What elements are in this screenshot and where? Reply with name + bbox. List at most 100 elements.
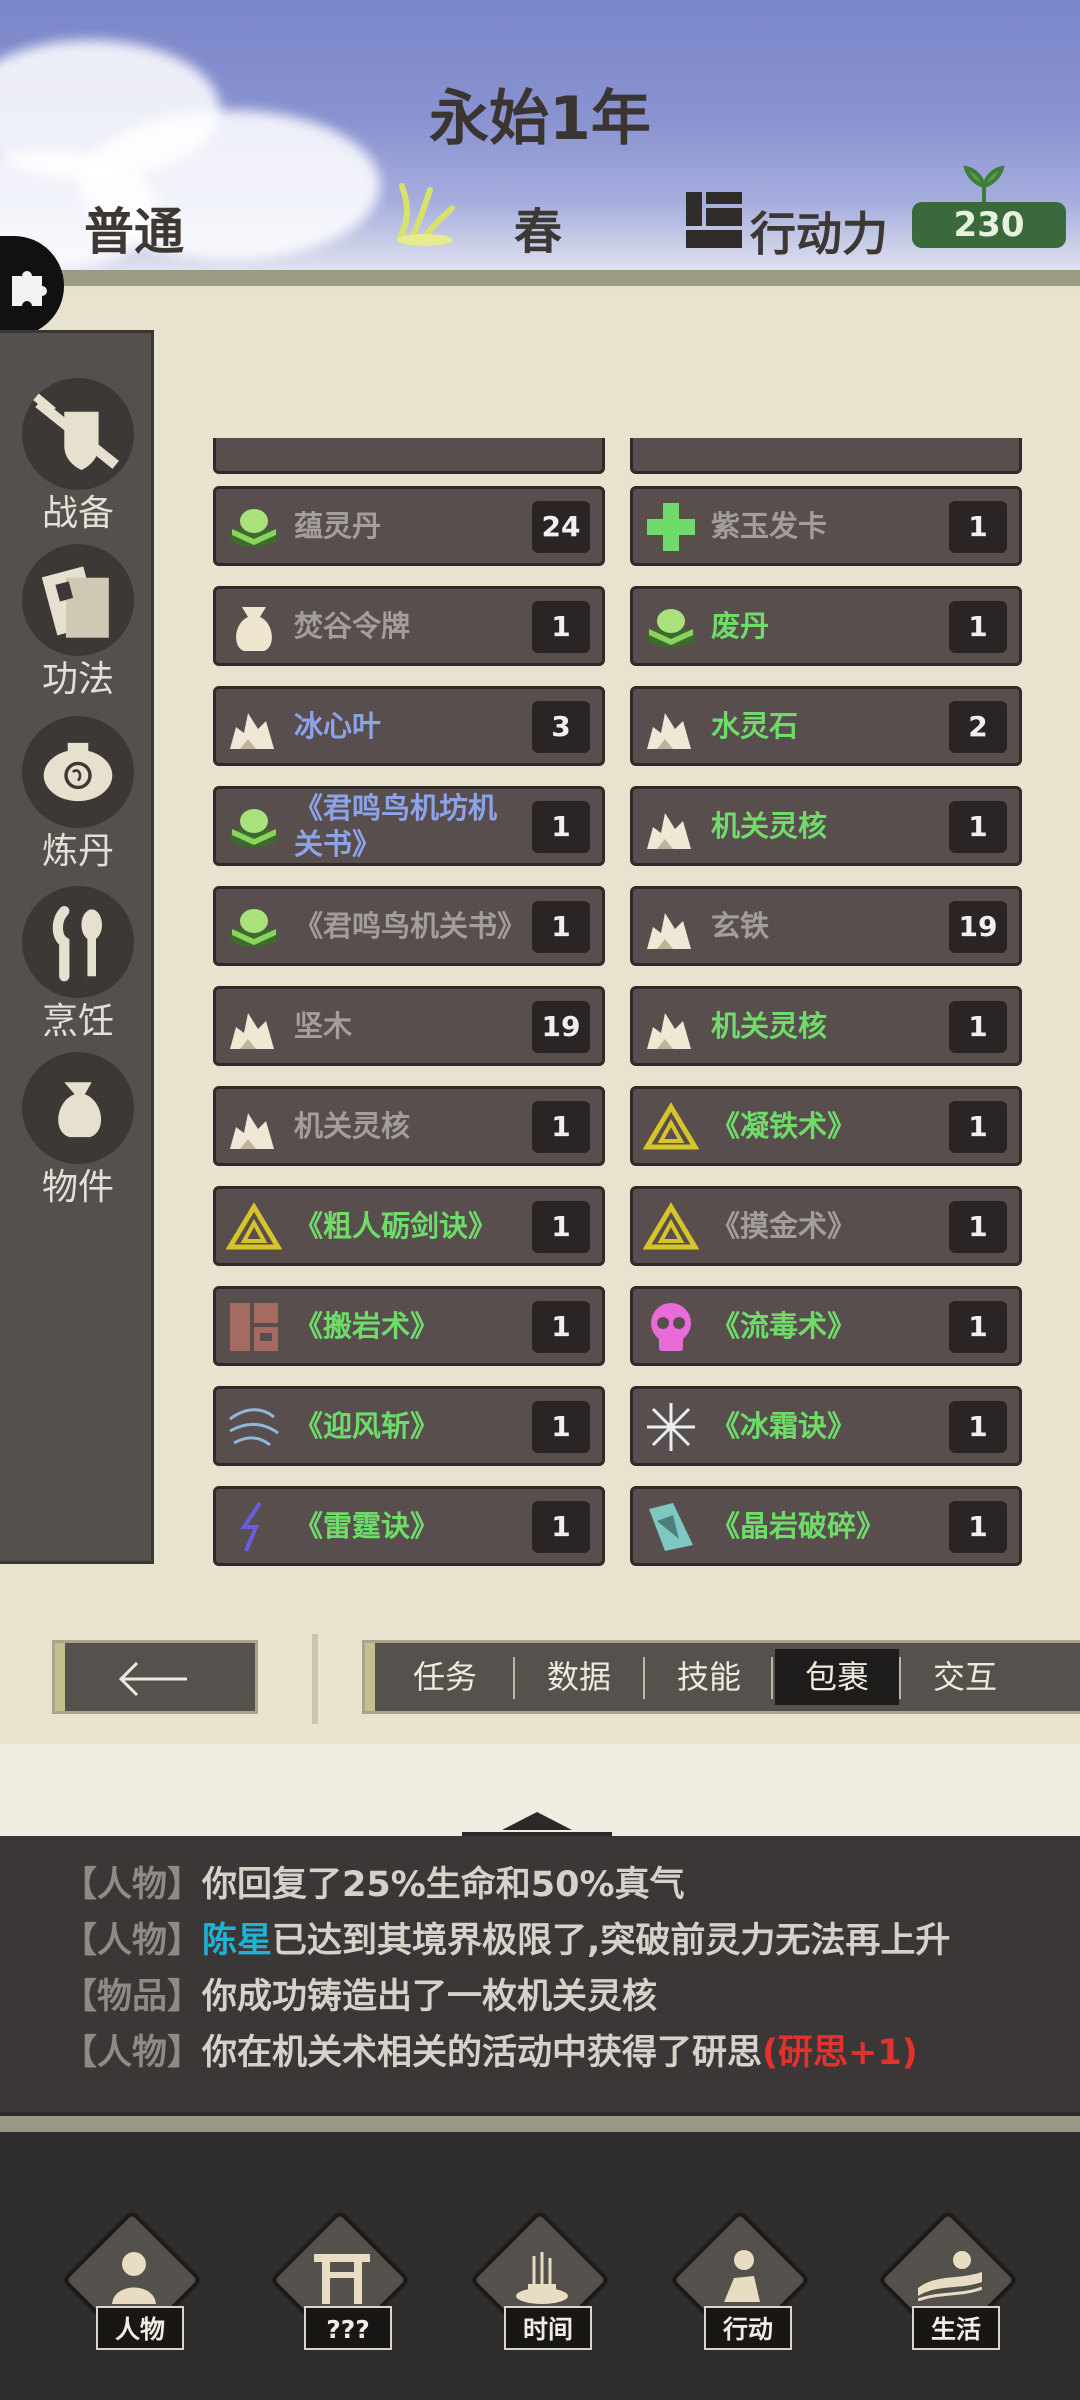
- back-button[interactable]: [52, 1640, 258, 1714]
- item-name: 《摸金术》: [711, 1209, 857, 1243]
- item-count: 1: [949, 801, 1007, 853]
- log-tag: 【人物】: [62, 1921, 203, 1961]
- inventory-item[interactable]: 紫玉发卡 1: [630, 486, 1022, 566]
- item-name: 废丹: [711, 609, 770, 643]
- sidebar-item[interactable]: 炼丹: [18, 716, 138, 874]
- item-count: 24: [532, 501, 590, 553]
- log-text: 已达到其境界极限了,突破前灵力无法再上升: [272, 1921, 951, 1961]
- item-count: 1: [532, 901, 590, 953]
- inventory-item[interactable]: 机关灵核 1: [630, 786, 1022, 866]
- bottom-nav-item[interactable]: 行动: [664, 2209, 814, 2360]
- bottom-nav-item[interactable]: 人物: [56, 2209, 206, 2360]
- sidebar-item[interactable]: 战备: [18, 378, 138, 536]
- pill-icon: [226, 499, 282, 555]
- expand-log-icon[interactable]: [462, 1800, 612, 1840]
- inventory-item[interactable]: 《雷霆诀》 1: [213, 1486, 605, 1566]
- item-name: 《流毒术》: [711, 1309, 857, 1343]
- crystal-icon: [643, 1499, 699, 1555]
- inventory-item[interactable]: 废丹 1: [630, 586, 1022, 666]
- item-name: 坚木: [294, 1009, 353, 1043]
- item-count: 1: [532, 1301, 590, 1353]
- item-count: 1: [949, 501, 1007, 553]
- action-points-label: 行动力: [750, 207, 888, 261]
- bottom-nav-label: ???: [304, 2306, 392, 2350]
- inventory-item[interactable]: 《流毒术》 1: [630, 1286, 1022, 1366]
- spring-plant-icon: [397, 183, 455, 246]
- inventory-item[interactable]: 玄铁 19: [630, 886, 1022, 966]
- inventory-item[interactable]: 《凝铁术》 1: [630, 1086, 1022, 1166]
- inventory-item[interactable]: 坚木 19: [213, 986, 605, 1066]
- log-text: 你在机关术相关的活动中获得了研思: [202, 2033, 763, 2073]
- bottom-nav-item[interactable]: 时间: [464, 2209, 614, 2360]
- inventory-item[interactable]: 《摸金术》 1: [630, 1186, 1022, 1266]
- inventory-item[interactable]: 冰心叶 3: [213, 686, 605, 766]
- sidebar-item-label: 物件: [41, 1167, 114, 1208]
- cauldron-icon: [22, 716, 134, 828]
- tab[interactable]: 任务: [383, 1649, 507, 1705]
- item-name: 《迎风斩》: [294, 1409, 440, 1443]
- item-count: 1: [532, 1101, 590, 1153]
- triangle-icon: [642, 1099, 700, 1155]
- item-count: 1: [949, 1501, 1007, 1553]
- sidebar-item-label: 炼丹: [41, 831, 114, 872]
- item-name: 《粗人砺剑诀》: [294, 1209, 498, 1243]
- sidebar-item[interactable]: 物件: [18, 1052, 138, 1210]
- puzzle-icon: [12, 271, 47, 306]
- inventory-item[interactable]: 《君鸣鸟机关书》 1: [213, 886, 605, 966]
- item-count: 1: [532, 601, 590, 653]
- bag-icon: [22, 1052, 134, 1164]
- tab-divider: [312, 1634, 318, 1724]
- log-tag: 【人物】: [62, 2033, 203, 2073]
- wind-icon: [226, 1399, 282, 1455]
- incense-icon: [510, 2246, 574, 2306]
- page-title: 永始1年: [429, 84, 651, 154]
- inventory-item[interactable]: 《迎风斩》 1: [213, 1386, 605, 1466]
- tab-separator: [771, 1657, 773, 1699]
- item-name: 紫玉发卡: [711, 509, 828, 543]
- log-line: 【人物】陈星已达到其境界极限了,突破前灵力无法再上升: [62, 1912, 950, 1963]
- inventory-item[interactable]: 《君鸣鸟机坊机关书》 1: [213, 786, 605, 866]
- item-name: 《雷霆诀》: [294, 1509, 440, 1543]
- item-count: 1: [949, 1001, 1007, 1053]
- item-count: 19: [949, 901, 1007, 953]
- bottom-nav-item[interactable]: 生活: [872, 2209, 1022, 2360]
- inventory-item[interactable]: 《搬岩术》 1: [213, 1286, 605, 1366]
- inventory-item[interactable]: 焚谷令牌 1: [213, 586, 605, 666]
- log-divider: [0, 2116, 1080, 2132]
- item-count: 1: [532, 1201, 590, 1253]
- bottom-nav-label: 时间: [504, 2306, 592, 2350]
- pill-icon: [226, 899, 282, 955]
- inventory-item[interactable]: 水灵石 2: [630, 686, 1022, 766]
- tab[interactable]: 数据: [517, 1649, 641, 1705]
- inventory-item[interactable]: 蕴灵丹 24: [213, 486, 605, 566]
- tab[interactable]: 包裹: [775, 1649, 899, 1705]
- book-icon: [22, 544, 134, 656]
- log-line: 【物品】你成功铸造出了一枚机关灵核: [62, 1968, 657, 2019]
- inventory-item[interactable]: 《粗人砺剑诀》 1: [213, 1186, 605, 1266]
- inventory-item[interactable]: 《晶岩破碎》 1: [630, 1486, 1022, 1566]
- inventory-item[interactable]: 《冰霜诀》 1: [630, 1386, 1022, 1466]
- sidebar-item-label: 烹饪: [41, 1001, 114, 1042]
- item-name: 《冰霜诀》: [711, 1409, 857, 1443]
- triangle-icon: [642, 1199, 700, 1255]
- header-divider-inner: [0, 286, 1080, 294]
- item-name: 《君鸣鸟机坊机关书》: [294, 791, 498, 861]
- inventory-item[interactable]: 机关灵核 1: [630, 986, 1022, 1066]
- log-bonus: (研思+1): [762, 2033, 918, 2073]
- skull-icon: [643, 1299, 699, 1355]
- bottom-nav-label: 行动: [704, 2306, 792, 2350]
- ore-icon: [226, 999, 282, 1055]
- header: 永始1年 普通 春 行动力 230: [0, 0, 1080, 270]
- tab-separator: [513, 1657, 515, 1699]
- character-name-link[interactable]: 陈星: [202, 1921, 272, 1961]
- cross-icon: [643, 499, 699, 555]
- inventory-card-partial: [213, 438, 605, 474]
- sprout-icon: [963, 165, 1005, 204]
- tab[interactable]: 技能: [647, 1649, 771, 1705]
- inventory-item[interactable]: 机关灵核 1: [213, 1086, 605, 1166]
- sidebar-item[interactable]: 功法: [18, 544, 138, 702]
- sidebar-item[interactable]: 烹饪: [18, 886, 138, 1044]
- tab[interactable]: 交互: [903, 1649, 1027, 1705]
- bottom-nav-item[interactable]: ???: [264, 2209, 414, 2360]
- inventory-grid: 蕴灵丹 24 焚谷令牌 1 冰心叶 3 《君鸣鸟机坊机关书》 1 《君鸣鸟机关书》 1 坚木 19 机关…: [210, 438, 1030, 1578]
